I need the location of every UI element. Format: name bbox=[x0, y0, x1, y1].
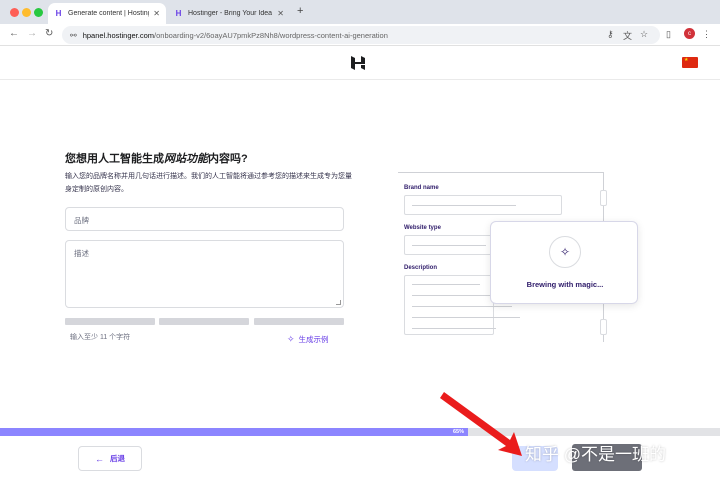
tab-generate-content[interactable]: H Generate content | Hostinger ✕ bbox=[48, 3, 166, 24]
sparkle-icon: ✧ bbox=[287, 334, 295, 344]
site-info-icon[interactable]: ⚯ bbox=[70, 31, 77, 40]
close-tab-icon[interactable]: ✕ bbox=[277, 9, 284, 18]
forward-arrow-icon[interactable]: → bbox=[27, 28, 37, 39]
illustration-handle bbox=[600, 319, 607, 335]
hostinger-favicon-icon: H bbox=[55, 9, 62, 18]
generate-example-label: 生成示例 bbox=[298, 335, 329, 344]
illustration-line bbox=[398, 172, 603, 173]
length-meter-segment-3 bbox=[254, 318, 344, 325]
length-meter-segment-1 bbox=[65, 318, 155, 325]
zoom-window-button[interactable] bbox=[34, 8, 43, 17]
sparkles-icon: ✧ bbox=[549, 236, 581, 268]
address-bar-row: ← → ↻ ⚯ hpanel.hostinger.com/onboarding-… bbox=[0, 24, 720, 46]
brand-placeholder: 品牌 bbox=[74, 216, 89, 225]
profile-avatar[interactable]: c bbox=[684, 28, 695, 39]
hostinger-favicon-icon: H bbox=[175, 9, 182, 18]
bookmark-star-icon[interactable]: ☆ bbox=[640, 29, 648, 40]
url-input[interactable]: ⚯ hpanel.hostinger.com/onboarding-v2/6oa… bbox=[62, 26, 660, 44]
menu-kebab-icon[interactable]: ⋮ bbox=[702, 29, 711, 40]
url-path: /onboarding-v2/6oayAU7pmkPz8Nh8/wordpres… bbox=[154, 30, 388, 40]
min-chars-hint: 输入至少 11 个字符 bbox=[70, 334, 131, 341]
type-label: Website type bbox=[404, 225, 441, 231]
close-window-button[interactable] bbox=[10, 8, 19, 17]
password-key-icon[interactable]: ⚷ bbox=[607, 29, 614, 40]
illustration-line bbox=[412, 317, 520, 318]
length-meter-segment-2 bbox=[159, 318, 249, 325]
page-title: 您想用人工智能生成网站功能内容吗? bbox=[65, 153, 248, 165]
arrow-left-icon: ← bbox=[95, 453, 104, 464]
tab-hostinger-home[interactable]: H Hostinger - Bring Your Idea O ✕ bbox=[168, 3, 290, 24]
illustration-line bbox=[412, 205, 516, 206]
page-description: 输入您的品牌名称并用几句话进行描述。我们的人工智能将通过参考您的描述来生成专为您… bbox=[65, 173, 352, 193]
new-tab-icon[interactable]: + bbox=[297, 5, 303, 17]
brand-label: Brand name bbox=[404, 185, 439, 191]
progress-bar: 65% bbox=[0, 428, 720, 436]
illustration-line bbox=[412, 284, 480, 285]
generate-example-button[interactable]: ✧ 生成示例 bbox=[287, 334, 329, 345]
description-placeholder: 描述 bbox=[74, 249, 89, 258]
back-label: 后退 bbox=[110, 454, 125, 463]
illustration-line bbox=[412, 328, 496, 329]
illustration-line bbox=[412, 306, 512, 307]
translate-icon[interactable]: 文 bbox=[623, 29, 632, 42]
red-annotation-arrow-icon bbox=[440, 392, 522, 456]
watermark-text: 知乎 @不是一班的 bbox=[525, 445, 666, 464]
hostinger-logo-icon[interactable] bbox=[350, 55, 366, 71]
back-button[interactable]: ← 后退 bbox=[78, 446, 142, 471]
brewing-magic-card: ✧ Brewing with magic... bbox=[490, 221, 638, 304]
tab-bar: H Generate content | Hostinger ✕ H Hosti… bbox=[0, 0, 720, 24]
reload-icon[interactable]: ↻ bbox=[45, 28, 53, 39]
language-flag-icon[interactable]: ★ bbox=[682, 57, 698, 68]
close-tab-icon[interactable]: ✕ bbox=[153, 9, 160, 18]
back-arrow-icon[interactable]: ← bbox=[9, 28, 19, 39]
description-textarea[interactable]: 描述 bbox=[65, 240, 344, 308]
tab-label: Hostinger - Bring Your Idea O bbox=[188, 10, 274, 17]
url-host: hpanel.hostinger.com bbox=[82, 30, 155, 40]
browser-chrome: H Generate content | Hostinger ✕ H Hosti… bbox=[0, 0, 720, 46]
brand-name-input[interactable]: 品牌 bbox=[65, 207, 344, 231]
brewing-text: Brewing with magic... bbox=[526, 280, 604, 289]
resize-handle-icon[interactable] bbox=[336, 300, 341, 305]
illustration-line bbox=[412, 245, 486, 246]
side-panel-icon[interactable]: ▯ bbox=[666, 29, 671, 40]
page-header: ★ bbox=[0, 46, 720, 80]
minimize-window-button[interactable] bbox=[22, 8, 31, 17]
illustration-handle bbox=[600, 190, 607, 206]
progress-fill: 65% bbox=[0, 428, 468, 436]
description-label: Description bbox=[404, 265, 438, 271]
tab-label: Generate content | Hostinger bbox=[68, 10, 150, 17]
